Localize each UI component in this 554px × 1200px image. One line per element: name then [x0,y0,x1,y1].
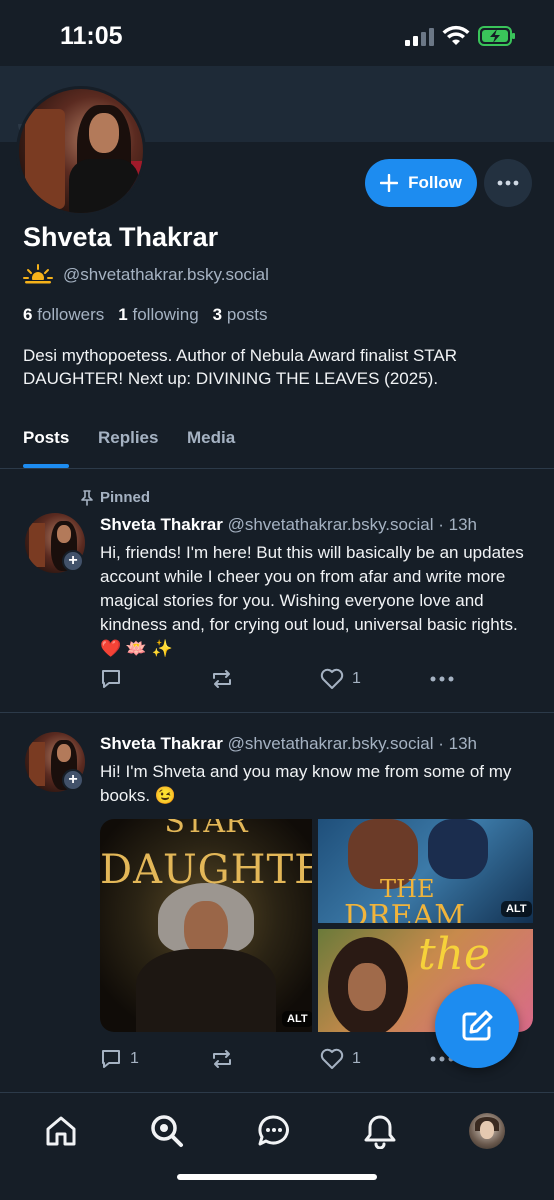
battery-charging-icon [478,26,515,46]
post-time: 13h [448,734,478,753]
post-actions: 1 [100,668,460,694]
post-text: Hi! I'm Shveta and you may know me from … [100,762,512,805]
alt-badge[interactable]: ALT [282,1011,312,1027]
post-handle[interactable]: @shvetathakrar.bsky.social [228,515,434,534]
home-icon [46,1116,76,1146]
nav-chat[interactable] [254,1111,294,1151]
like-count: 1 [352,1050,361,1067]
repost-icon [213,670,231,688]
post-header: Shveta Thakrar @shvetathakrar.bsky.socia… [100,515,478,534]
bottom-navigation [0,1092,554,1200]
post-time: 13h [448,515,478,534]
nav-home[interactable] [41,1111,81,1151]
tab-replies[interactable]: Replies [98,428,158,448]
active-tab-indicator [23,464,69,468]
follow-plus-badge[interactable]: + [62,769,84,791]
heart-icon [320,1048,344,1069]
post-handle[interactable]: @shvetathakrar.bsky.social [228,734,434,753]
status-bar: 11:05 [0,0,554,66]
post-author[interactable]: Shveta Thakrar [100,734,223,753]
signal-icon [405,28,434,46]
profile-handle-row: @shvetathakrar.bsky.social [23,264,269,286]
post-actions: 1 1 [100,1048,460,1074]
comment-icon [102,670,120,688]
post-author[interactable]: Shveta Thakrar [100,515,223,534]
post-header: Shveta Thakrar @shvetathakrar.bsky.socia… [100,734,478,753]
ellipsis-icon [497,180,519,186]
profile-avatar[interactable] [16,86,146,216]
reply-count: 1 [130,1050,139,1067]
following-stat[interactable]: 1 following [118,305,198,325]
alt-badge[interactable]: ALT [501,901,532,917]
profile-more-button[interactable] [484,159,532,207]
sunrise-emoji-icon [23,264,53,286]
posts-stat: 3 posts [212,305,268,324]
plus-icon [380,174,399,192]
followers-stat[interactable]: 6 followers [23,305,104,325]
pinned-indicator: Pinned [80,489,150,506]
feed-post[interactable]: Pinned + Shveta Thakrar @shvetathakrar.b… [0,470,554,713]
follow-button[interactable]: Follow [365,159,477,207]
comment-icon [102,1050,120,1068]
pin-icon [81,489,93,506]
profile-handle[interactable]: @shvetathakrar.bsky.social [63,265,269,285]
tab-media[interactable]: Media [187,428,235,448]
repost-button[interactable] [210,1048,234,1070]
like-button[interactable]: 1 [320,1048,361,1070]
follow-label: Follow [408,173,462,192]
reply-button[interactable]: 1 [100,1048,139,1070]
search-icon [151,1115,183,1147]
reply-button[interactable] [100,668,122,690]
nav-search[interactable] [147,1111,187,1151]
post-more-button[interactable] [430,676,454,682]
nav-notifications[interactable] [360,1111,400,1151]
profile-stats: 6 followers 1 following 3 posts [23,305,268,325]
wifi-icon [442,25,470,45]
profile-display-name: Shveta Thakrar [23,222,219,252]
profile-bio: Desi mythopoetess. Author of Nebula Awar… [23,346,458,388]
post-text: Hi, friends! I'm here! But this will bas… [100,543,524,658]
status-time: 11:05 [60,22,123,50]
heart-icon [320,668,344,689]
nav-profile-avatar[interactable] [469,1113,505,1149]
repost-button[interactable] [210,668,234,690]
home-indicator [177,1174,377,1180]
chat-icon [258,1115,289,1146]
ellipsis-icon [430,676,454,682]
profile-tabs: Posts Replies Media [0,420,554,469]
bell-icon [364,1115,396,1149]
tab-posts[interactable]: Posts [23,428,69,448]
like-count: 1 [352,670,361,687]
follow-plus-badge[interactable]: + [62,550,84,572]
book-cover-star-daughter[interactable]: STAR DAUGHTER ALT [100,819,312,1032]
like-button[interactable]: 1 [320,668,361,690]
book-cover-the-dream[interactable]: THE DREAM ALT [318,819,533,923]
repost-icon [213,1050,231,1068]
compose-icon [462,1010,493,1041]
compose-button[interactable] [435,984,519,1068]
